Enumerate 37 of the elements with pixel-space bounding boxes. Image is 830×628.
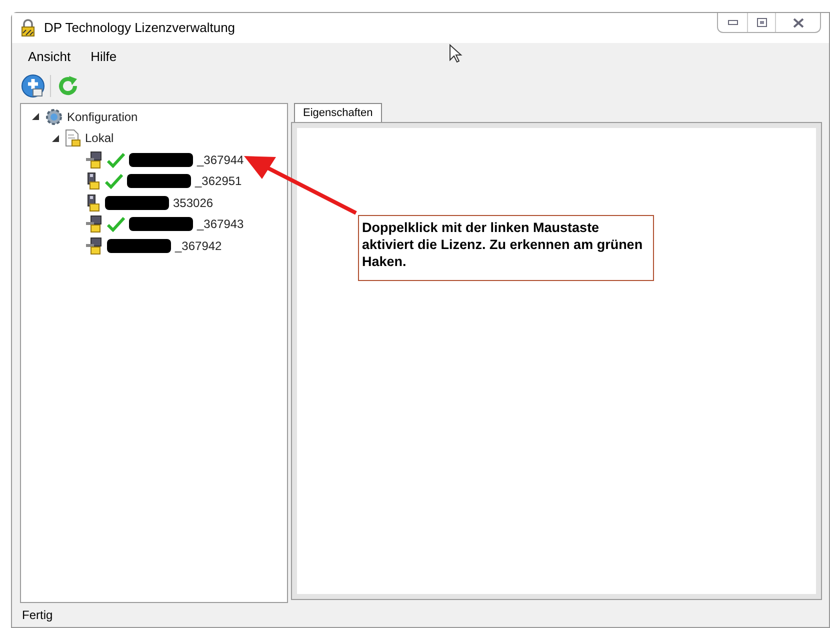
checkmark-icon <box>107 216 125 232</box>
window-title: DP Technology Lizenzverwaltung <box>44 19 236 38</box>
redaction-bar <box>105 196 169 210</box>
redaction-bar <box>129 217 193 232</box>
tab[interactable]: Eigenschaften <box>294 103 382 123</box>
status-text: Fertig <box>22 607 53 624</box>
tree-item[interactable]: Lokal <box>85 129 114 148</box>
redaction-bar <box>107 238 171 253</box>
computer-lock-icon <box>85 215 103 234</box>
annotation-text: Doppelklick mit der linken Maustaste aktiviert die Lizenz. Zu erkennen am grünen Haken. <box>362 219 644 270</box>
tree-item[interactable]: _362951 <box>195 172 242 190</box>
close-icon <box>792 18 804 28</box>
padlock-icon <box>20 19 36 37</box>
tree-item[interactable]: _367944 <box>197 150 244 169</box>
checkmark-icon <box>107 152 125 168</box>
expander-icon[interactable] <box>52 134 58 142</box>
computer-lock-icon <box>85 150 103 169</box>
refresh-icon <box>56 74 80 98</box>
menu-item[interactable]: Hilfe <box>82 47 125 67</box>
plus-lock-icon <box>21 74 45 98</box>
gear-icon <box>45 108 63 126</box>
add-license-button[interactable] <box>20 73 46 99</box>
maximize-icon <box>756 18 766 27</box>
minimize-icon <box>728 20 738 25</box>
checkmark-icon <box>105 173 123 190</box>
redaction-bar <box>127 174 191 188</box>
tree-item[interactable]: Konfiguration <box>67 108 138 126</box>
usb-key-lock-icon <box>85 172 101 190</box>
tree-item[interactable]: 353026 <box>173 194 214 212</box>
redaction-bar <box>129 152 193 167</box>
computer-lock-icon <box>85 236 103 255</box>
expander-icon[interactable] <box>32 113 38 120</box>
tree-item[interactable]: _367943 <box>197 215 244 234</box>
menu-item[interactable]: Ansicht <box>20 47 79 67</box>
document-lock-icon <box>65 129 81 148</box>
usb-key-lock-icon <box>85 194 101 212</box>
tree-item[interactable]: _367942 <box>175 236 222 255</box>
